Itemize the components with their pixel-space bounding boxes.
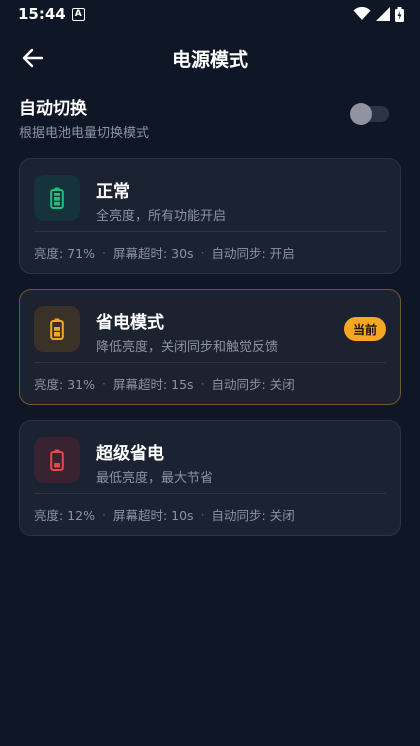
battery-icon: [50, 187, 64, 209]
mode-stat: 屏幕超时: 30s: [112, 246, 194, 261]
auto-switch-subtitle: 根据电池电量切换模式: [19, 126, 150, 141]
mode-title: 省电模式: [96, 313, 164, 333]
mode-card[interactable]: 省电模式降低亮度，关闭同步和触觉反馈 当前亮度: 31% · 屏幕超时: 15s · 自动…: [19, 289, 401, 405]
mode-stat: 自动同步: 开启: [211, 246, 295, 261]
app-bar: 电源模式: [0, 36, 420, 80]
divider: [34, 493, 386, 494]
battery-icon: [50, 449, 64, 471]
divider: [34, 231, 386, 232]
divider: [34, 362, 386, 363]
mode-stat: 亮度: 12%: [34, 508, 95, 523]
mode-title: 正常: [96, 182, 130, 202]
mode-card[interactable]: 超级省电最低亮度，最大节省亮度: 12% · 屏幕超时: 10s · 自动同步: 关闭: [19, 420, 401, 536]
separator-dot: ·: [200, 507, 205, 522]
separator-dot: ·: [101, 245, 106, 260]
toggle-knob: [350, 103, 372, 125]
mode-description: 全亮度，所有功能开启: [96, 209, 227, 224]
signal-icon: [376, 7, 390, 21]
mode-stats: 亮度: 31% · 屏幕超时: 15s · 自动同步: 关闭: [34, 374, 295, 393]
mode-description: 降低亮度，关闭同步和触觉反馈: [96, 340, 279, 355]
mode-icon-container: [34, 437, 80, 483]
arrow-left-icon: [22, 48, 44, 68]
mode-stat: 自动同步: 关闭: [211, 508, 295, 523]
auto-switch-row: 自动切换 根据电池电量切换模式: [19, 92, 401, 141]
separator-dot: ·: [200, 245, 205, 260]
page-title: 电源模式: [171, 48, 248, 71]
mode-icon-container: [34, 175, 80, 221]
mode-description: 最低亮度，最大节省: [96, 471, 214, 486]
separator-dot: ·: [200, 376, 205, 391]
a-notification-icon: A: [71, 7, 85, 21]
mode-stat: 自动同步: 关闭: [211, 377, 295, 392]
status-bar: 15:44 A: [0, 0, 420, 28]
status-time: 15:44: [18, 5, 66, 23]
status-left: 15:44 A: [18, 5, 85, 23]
mode-stat: 亮度: 71%: [34, 246, 95, 261]
battery-icon: [50, 318, 64, 340]
auto-switch-title: 自动切换: [19, 99, 87, 119]
mode-stat: 亮度: 31%: [34, 377, 95, 392]
mode-stat: 屏幕超时: 10s: [112, 508, 194, 523]
status-right: [353, 6, 404, 22]
back-button[interactable]: [20, 46, 46, 70]
mode-card[interactable]: 正常全亮度，所有功能开启亮度: 71% · 屏幕超时: 30s · 自动同步: 开启: [19, 158, 401, 274]
mode-title: 超级省电: [96, 444, 164, 464]
wifi-icon: [353, 7, 371, 20]
separator-dot: ·: [101, 507, 106, 522]
mode-icon-container: [34, 306, 80, 352]
separator-dot: ·: [101, 376, 106, 391]
mode-stats: 亮度: 71% · 屏幕超时: 30s · 自动同步: 开启: [34, 243, 295, 262]
mode-stat: 屏幕超时: 15s: [112, 377, 194, 392]
current-badge: 当前: [343, 317, 386, 341]
mode-stats: 亮度: 12% · 屏幕超时: 10s · 自动同步: 关闭: [34, 505, 295, 524]
battery-icon: [395, 6, 404, 22]
auto-switch-toggle[interactable]: [350, 103, 389, 125]
